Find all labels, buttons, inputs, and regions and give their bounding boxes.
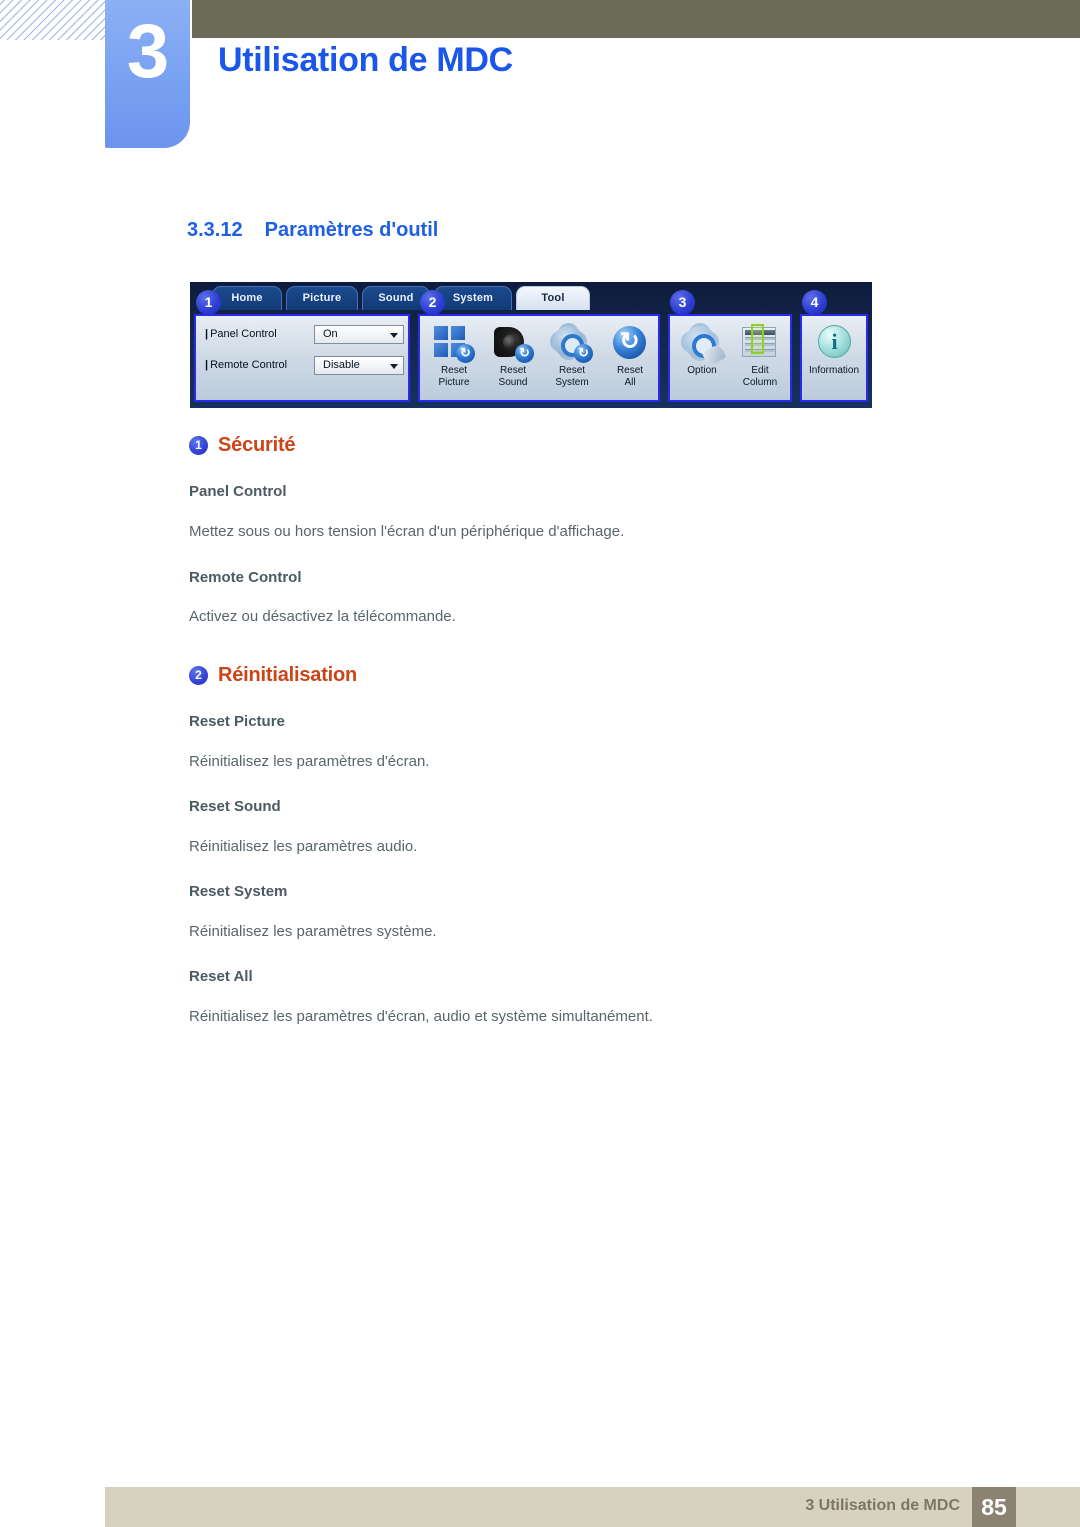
mdc-option-label: Option [687,365,717,376]
subhead-reset-picture: Reset Picture [189,713,285,730]
body-reset-system: Réinitialisez les paramètres système. [189,923,437,940]
reset-picture-icon: ↻ [432,324,476,364]
subhead-reset-sound: Reset Sound [189,798,281,815]
mdc-tab-picture[interactable]: Picture [286,286,358,310]
mdc-tab-system[interactable]: System [434,286,512,310]
decorative-hatch-pattern [0,0,118,40]
mdc-edit-column-button[interactable]: Edit Column [732,324,788,389]
heading-securite: 1 Sécurité [189,434,296,457]
figure-callout-2: 2 [420,290,445,315]
body-reset-all: Réinitialisez les paramètres d'écran, au… [189,1008,653,1025]
refresh-badge-icon: ↻ [515,344,534,363]
document-page: 3 Utilisation de MDC 3.3.12 Paramètres d'… [0,0,1080,1527]
chevron-down-icon [390,333,398,338]
header-olive-bar [192,0,1080,38]
body-reset-sound: Réinitialisez les paramètres audio. [189,838,418,855]
information-icon: i [812,324,856,364]
mdc-reset-all-button[interactable]: ↻ Reset All [602,324,658,389]
option-gear-icon [680,324,727,367]
mdc-group-option: Option Edit Column [668,314,792,402]
mdc-remote-control-dropdown[interactable]: Disable [314,356,404,375]
mdc-group-security: | Panel Control On | Remote Control Disabl… [194,314,410,402]
mdc-reset-picture-button[interactable]: ↻ Reset Picture [426,324,482,389]
mdc-group-information: i Information [800,314,868,402]
body-reset-picture: Réinitialisez les paramètres d'écran. [189,753,430,770]
mdc-panel-control-value: On [323,328,338,340]
footer-page-number: 85 [972,1487,1016,1527]
section-heading: 3.3.12 Paramètres d'outil [187,219,438,242]
figure-callout-1: 1 [196,290,221,315]
mdc-reset-system-label: Reset System [555,365,589,388]
heading-reinitialisation: 2 Réinitialisation [189,664,357,687]
mdc-reset-system-button[interactable]: ↻ Reset System [544,324,600,389]
mdc-remote-control-value: Disable [323,359,360,371]
mdc-reset-sound-button[interactable]: ↻ Reset Sound [485,324,541,389]
chapter-tab: 3 [105,0,190,148]
mdc-information-button[interactable]: i Information [806,324,862,377]
mdc-reset-picture-label: Reset Picture [438,365,470,388]
subhead-reset-all: Reset All [189,968,253,985]
mdc-tab-tool[interactable]: Tool [516,286,590,310]
chevron-down-icon [390,364,398,369]
mdc-information-label: Information [808,365,860,376]
badge-number-1: 1 [189,436,208,455]
mdc-remote-control-label: | Remote Control [205,359,288,371]
mdc-tab-home[interactable]: Home [212,286,282,310]
section-title: Paramètres d'outil [264,219,439,241]
footer-chapter-label: 3 Utilisation de MDC [805,1497,960,1514]
mdc-panel-control-label: | Panel Control [205,328,277,340]
mdc-tool-toolbar-figure: Home Picture Sound System Tool | Panel Co… [190,282,872,408]
refresh-badge-icon: ↻ [574,344,593,363]
figure-callout-3: 3 [670,290,695,315]
subhead-reset-system: Reset System [189,883,288,900]
chapter-title: Utilisation de MDC [218,41,513,79]
subhead-remote-control: Remote Control [189,569,302,586]
body-remote-control: Activez ou désactivez la télécommande. [189,608,456,625]
reset-sound-icon: ↻ [491,324,535,364]
reset-system-icon: ↻ [550,324,594,364]
edit-column-icon [738,324,782,364]
chapter-number: 3 [126,9,169,94]
body-panel-control: Mettez sous ou hors tension l'écran d'un… [189,523,625,540]
badge-number-2: 2 [189,666,208,685]
section-number: 3.3.12 [187,219,243,241]
refresh-badge-icon: ↻ [456,344,475,363]
mdc-reset-all-label: Reset All [616,365,644,388]
reset-all-icon: ↻ [608,324,652,364]
mdc-tabbar: Home Picture Sound System Tool [190,282,872,310]
subhead-panel-control: Panel Control [189,483,287,500]
heading-reinitialisation-label: Réinitialisation [218,664,358,686]
mdc-edit-column-label: Edit Column [742,365,778,388]
mdc-group-reset: ↻ Reset Picture ↻ Reset Sound ↻ Reset Sy… [418,314,660,402]
mdc-option-button[interactable]: Option [674,324,730,377]
mdc-reset-sound-label: Reset Sound [498,365,528,388]
figure-callout-4: 4 [802,290,827,315]
mdc-panel-control-dropdown[interactable]: On [314,325,404,344]
heading-securite-label: Sécurité [218,434,296,456]
